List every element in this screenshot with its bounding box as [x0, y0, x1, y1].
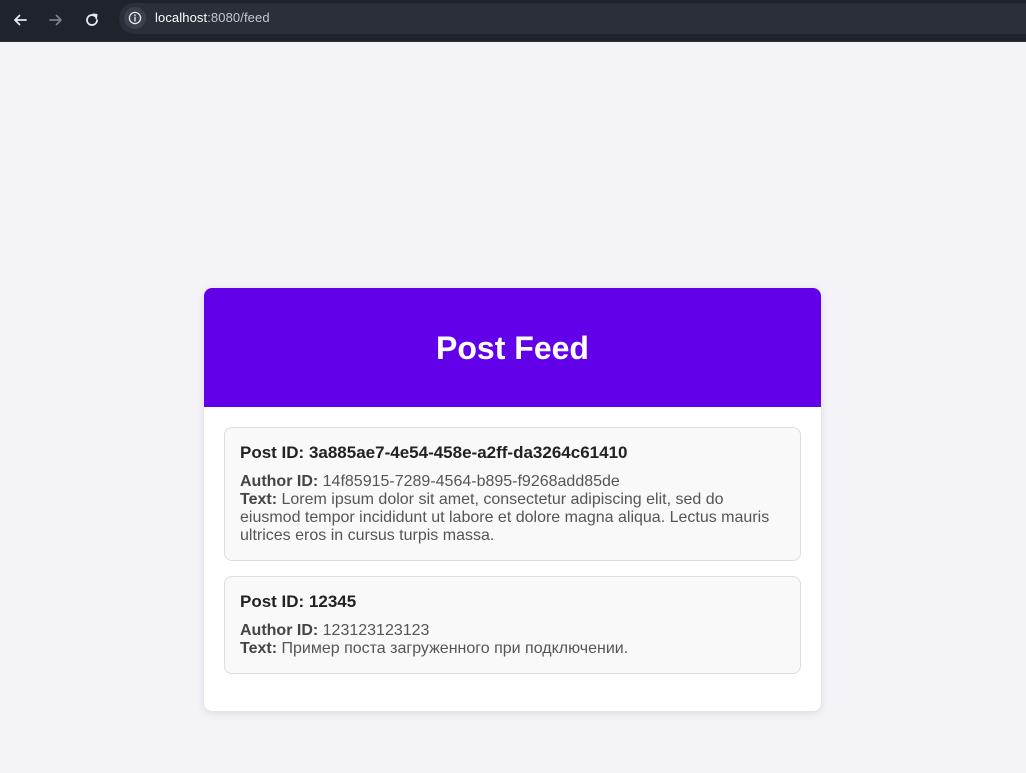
author-id: 14f85915-7289-4564-b895-f9268add85de	[322, 473, 620, 490]
post-text: Text: Пример поста загруженного при подк…	[240, 640, 785, 658]
page-title: Post Feed	[436, 329, 589, 366]
post-id: Post ID: 3a885ae7-4e54-458e-a2ff-da3264c…	[240, 443, 628, 462]
text-body: Пример поста загруженного при подключени…	[281, 640, 629, 657]
post-id: Post ID: 12345	[240, 592, 357, 611]
text-label: Text:	[240, 640, 278, 657]
feed-header: Post Feed	[204, 288, 821, 407]
text-body: Lorem ipsum dolor sit amet, consectetur …	[240, 491, 770, 544]
info-icon	[128, 11, 142, 25]
post-card: Post ID: 3a885ae7-4e54-458e-a2ff-da3264c…	[224, 427, 801, 561]
post-text: Text: Lorem ipsum dolor sit amet, consec…	[240, 491, 785, 545]
author-id: 123123123123	[322, 622, 430, 639]
browser-toolbar: localhost:8080/feed	[0, 0, 1026, 42]
arrow-right-icon	[49, 14, 62, 26]
feed-card: Post Feed Post ID: 3a885ae7-4e54-458e-a2…	[204, 288, 821, 711]
author-label: Author ID:	[240, 473, 319, 490]
post-author: Author ID: 14f85915-7289-4564-b895-f9268…	[240, 473, 785, 491]
url-text[interactable]: localhost:8080/feed	[155, 10, 270, 26]
address-bar[interactable]: localhost:8080/feed	[119, 3, 1026, 34]
post-list: Post ID: 3a885ae7-4e54-458e-a2ff-da3264c…	[204, 407, 821, 674]
back-button[interactable]	[7, 7, 33, 33]
forward-button[interactable]	[43, 7, 69, 33]
text-label: Text:	[240, 491, 278, 508]
arrow-left-icon	[14, 14, 27, 26]
reload-button[interactable]	[79, 7, 105, 33]
author-label: Author ID:	[240, 622, 319, 639]
site-info-button[interactable]	[124, 7, 146, 29]
url-host: localhost	[155, 10, 208, 25]
post-card: Post ID: 12345 Author ID: 123123123123 T…	[224, 576, 801, 674]
post-author: Author ID: 123123123123	[240, 622, 785, 640]
reload-icon	[86, 13, 98, 26]
url-path: :8080/feed	[207, 10, 270, 25]
